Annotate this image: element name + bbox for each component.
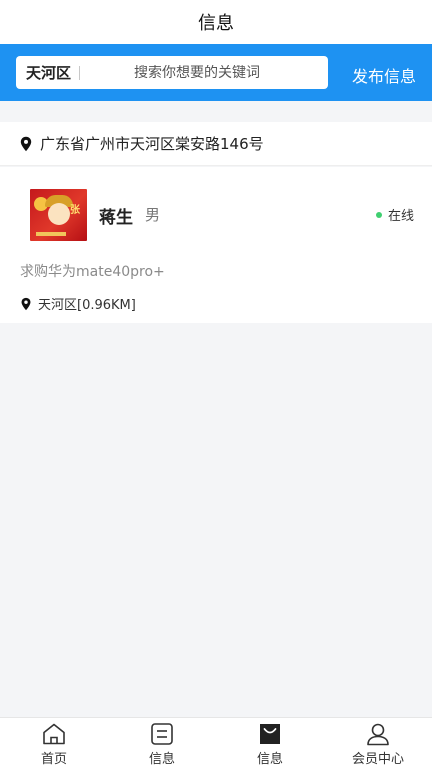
avatar[interactable]: 张 xyxy=(30,189,87,241)
avatar-strip xyxy=(36,232,66,236)
app-page: 信息 天河区 发布信息 广东省广州市天河区棠安路146号 张 蒋生 男 在线 xyxy=(0,0,432,768)
district-selector[interactable]: 天河区 xyxy=(26,62,71,83)
location-pin-icon xyxy=(20,136,32,151)
search-band: 天河区 发布信息 xyxy=(0,44,432,101)
post-card[interactable]: 张 蒋生 男 在线 求购华为mate40pro+ 天河区[0.96KM] xyxy=(0,167,432,323)
tab-home[interactable]: 首页 xyxy=(0,718,108,768)
tab-messages-label: 信息 xyxy=(148,752,175,767)
title-bar: 信息 xyxy=(0,0,432,44)
search-box[interactable]: 天河区 xyxy=(16,56,328,89)
face-shape xyxy=(48,203,70,225)
post-location: 天河区[0.96KM] xyxy=(20,294,136,313)
search-input[interactable] xyxy=(80,64,328,81)
poster-gender: 男 xyxy=(145,206,161,224)
page-title: 信息 xyxy=(198,13,234,34)
message-icon xyxy=(151,723,173,745)
tab-info-active[interactable]: 信息 xyxy=(216,718,324,768)
bottom-tab-bar: 首页 信息 信息 会员中心 xyxy=(0,717,432,768)
online-status: 在线 xyxy=(375,205,414,224)
tab-home-label: 首页 xyxy=(40,752,67,767)
tab-messages[interactable]: 信息 xyxy=(108,718,216,768)
location-bar[interactable]: 广东省广州市天河区棠安路146号 xyxy=(0,122,432,166)
user-icon xyxy=(367,723,389,746)
avatar-text: 张 xyxy=(70,205,80,216)
location-pin-icon xyxy=(21,297,31,310)
post-location-label: 天河区[0.96KM] xyxy=(38,298,136,313)
home-icon xyxy=(43,723,65,745)
current-address: 广东省广州市天河区棠安路146号 xyxy=(40,135,264,153)
post-text: 求购华为mate40pro+ xyxy=(20,264,165,280)
tab-info-label: 信息 xyxy=(256,752,283,767)
online-dot-icon xyxy=(375,211,382,218)
tab-member-center-label: 会员中心 xyxy=(351,752,404,767)
bag-icon xyxy=(260,724,280,744)
publish-button[interactable]: 发布信息 xyxy=(352,63,416,87)
poster-name: 蒋生 xyxy=(99,208,133,228)
tab-member-center[interactable]: 会员中心 xyxy=(324,718,432,768)
status-label: 在线 xyxy=(387,209,414,224)
